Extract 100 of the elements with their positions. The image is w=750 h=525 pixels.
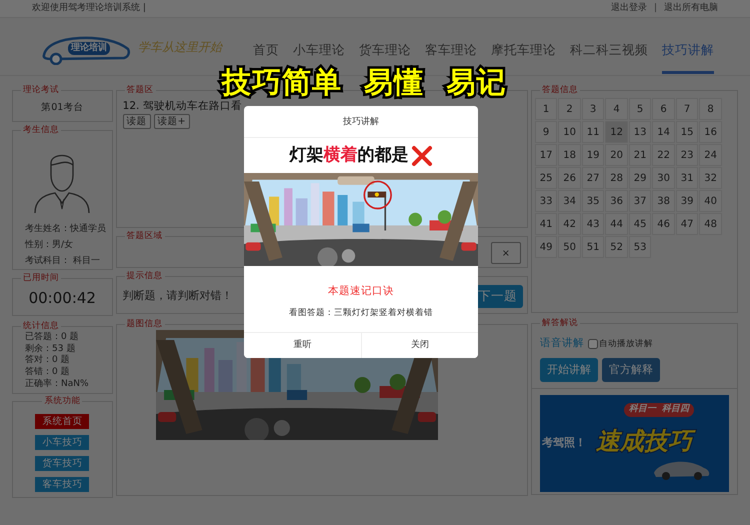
question-number[interactable]: 39 bbox=[676, 190, 698, 212]
question-number[interactable]: 25 bbox=[534, 167, 558, 189]
timer-text: 00:00:42 bbox=[28, 288, 97, 309]
question-number[interactable]: 5 bbox=[628, 98, 652, 120]
question-number[interactable]: 41 bbox=[534, 213, 558, 235]
panel-title: 提示信息 bbox=[124, 270, 165, 282]
question-number[interactable]: 40 bbox=[699, 190, 722, 212]
question-number[interactable]: 49 bbox=[534, 236, 558, 258]
banner-tag: 科目一 科目四 bbox=[624, 403, 694, 417]
question-number[interactable]: 20 bbox=[605, 144, 628, 166]
question-number[interactable]: 27 bbox=[582, 167, 604, 189]
logout-link[interactable]: 退出所有电脑 bbox=[664, 2, 718, 16]
panel-title: 已用时间 bbox=[21, 272, 61, 284]
question-number[interactable]: 12 bbox=[605, 121, 628, 143]
autoplay-label: 自动播放讲解 bbox=[598, 338, 653, 350]
question-number[interactable]: 17 bbox=[534, 144, 558, 166]
question-number[interactable]: 10 bbox=[558, 121, 581, 143]
question-number[interactable]: 29 bbox=[628, 167, 652, 189]
read-button[interactable]: 读题 bbox=[122, 114, 151, 129]
logout-link[interactable]: 退出登录 bbox=[610, 2, 647, 16]
nav-tab[interactable]: 技巧讲解 bbox=[662, 18, 714, 74]
candidate-field: 性别：男/女 bbox=[25, 237, 112, 253]
question-number[interactable]: 24 bbox=[699, 144, 722, 166]
question-number[interactable]: 34 bbox=[558, 190, 581, 212]
slogan-text: 学车从这里开始 bbox=[138, 38, 222, 56]
question-number[interactable]: 48 bbox=[699, 213, 722, 235]
question-number[interactable]: 14 bbox=[652, 121, 675, 143]
dialog-subtitle: 本题速记口诀 bbox=[327, 284, 395, 299]
stat-line: 剩余：53 题 bbox=[25, 344, 76, 354]
question-number[interactable]: 13 bbox=[628, 121, 652, 143]
question-number[interactable]: 32 bbox=[699, 167, 722, 189]
question-number[interactable]: 19 bbox=[582, 144, 604, 166]
read-button[interactable]: 读题+ bbox=[154, 114, 190, 129]
question-number[interactable]: 50 bbox=[558, 236, 581, 258]
banner-text: 考驾照！ bbox=[542, 435, 586, 452]
voice-link[interactable]: 语音讲解 bbox=[540, 336, 584, 352]
question-number[interactable]: 51 bbox=[582, 236, 604, 258]
panel-title: 统计信息 bbox=[21, 320, 61, 332]
question-number[interactable]: 37 bbox=[628, 190, 652, 212]
explain-button[interactable]: 开始讲解 bbox=[540, 358, 598, 382]
panel-title: 答题区 bbox=[124, 84, 156, 96]
question-number[interactable]: 42 bbox=[558, 213, 581, 235]
question-number[interactable]: 46 bbox=[652, 213, 675, 235]
panel-title: 解答解说 bbox=[540, 317, 580, 329]
menu-button[interactable]: 货车技巧 bbox=[35, 456, 90, 471]
dialog-title: 技巧讲解 bbox=[244, 106, 478, 138]
question-number[interactable]: 33 bbox=[534, 190, 558, 212]
question-number[interactable]: 28 bbox=[605, 167, 628, 189]
question-number[interactable]: 52 bbox=[605, 236, 628, 258]
question-number[interactable]: 30 bbox=[652, 167, 675, 189]
question-number[interactable]: 15 bbox=[676, 121, 698, 143]
menu-button[interactable]: 系统首页 bbox=[35, 414, 90, 429]
question-number[interactable]: 43 bbox=[582, 213, 604, 235]
question-number[interactable]: 21 bbox=[628, 144, 652, 166]
question-number[interactable]: 9 bbox=[534, 121, 558, 143]
question-number[interactable]: 11 bbox=[582, 121, 604, 143]
panel-title: 理论考试 bbox=[21, 84, 61, 96]
question-number[interactable]: 18 bbox=[558, 144, 581, 166]
question-text: 12. 驾驶机动车在路口看 bbox=[122, 99, 243, 114]
question-number[interactable]: 8 bbox=[699, 98, 722, 120]
stat-line: 答错：0 题 bbox=[25, 367, 71, 378]
dialog-tip-text: 看图答题：三颗灯灯架竖着对横着错 bbox=[288, 306, 434, 320]
panel-title: 考生信息 bbox=[21, 124, 61, 136]
panel-title: 题图信息 bbox=[124, 318, 165, 330]
panel-title: 系统功能 bbox=[42, 395, 82, 407]
candidate-field: 考试科目： 科目一 bbox=[25, 253, 112, 269]
question-number[interactable]: 47 bbox=[676, 213, 698, 235]
question-number[interactable]: 35 bbox=[582, 190, 604, 212]
dialog-heading: 灯架横着的都是 bbox=[290, 144, 408, 167]
question-number[interactable]: 4 bbox=[605, 98, 628, 120]
close-button[interactable]: × bbox=[490, 242, 521, 264]
candidate-field: 考生姓名：快通学员 bbox=[25, 221, 112, 237]
question-number[interactable]: 38 bbox=[652, 190, 675, 212]
question-number[interactable]: 53 bbox=[628, 236, 652, 258]
hint-text: 判断题，请判断对错！ bbox=[122, 288, 233, 304]
question-number[interactable]: 44 bbox=[605, 213, 628, 235]
question-number[interactable]: 6 bbox=[652, 98, 675, 120]
nav-tab[interactable]: 科二科三视频 bbox=[570, 18, 648, 74]
question-number[interactable]: 2 bbox=[558, 98, 581, 120]
panel-title: 答题信息 bbox=[540, 84, 580, 96]
question-number[interactable]: 45 bbox=[628, 213, 652, 235]
dialog-button[interactable]: 关闭 bbox=[360, 333, 478, 358]
seat-text: 第01考台 bbox=[40, 101, 84, 115]
question-number[interactable]: 22 bbox=[652, 144, 675, 166]
question-number[interactable]: 26 bbox=[558, 167, 581, 189]
autoplay-checkbox[interactable] bbox=[588, 338, 598, 349]
question-number[interactable]: 3 bbox=[582, 98, 604, 120]
explain-button[interactable]: 官方解释 bbox=[602, 358, 660, 382]
menu-button[interactable]: 小车技巧 bbox=[35, 435, 90, 450]
question-number[interactable]: 1 bbox=[534, 98, 558, 120]
question-number[interactable]: 36 bbox=[605, 190, 628, 212]
question-number[interactable]: 7 bbox=[676, 98, 698, 120]
stat-line: 答对：0 题 bbox=[25, 355, 71, 366]
stat-line: 已答题：0 题 bbox=[25, 332, 80, 344]
question-number[interactable]: 23 bbox=[676, 144, 698, 166]
question-number[interactable]: 31 bbox=[676, 167, 698, 189]
panel-title: 答题区域 bbox=[124, 230, 165, 242]
question-number[interactable]: 16 bbox=[699, 121, 722, 143]
welcome-text: 欢迎使用驾考理论培训系统 | bbox=[32, 2, 146, 15]
menu-button[interactable]: 客车技巧 bbox=[35, 477, 90, 492]
